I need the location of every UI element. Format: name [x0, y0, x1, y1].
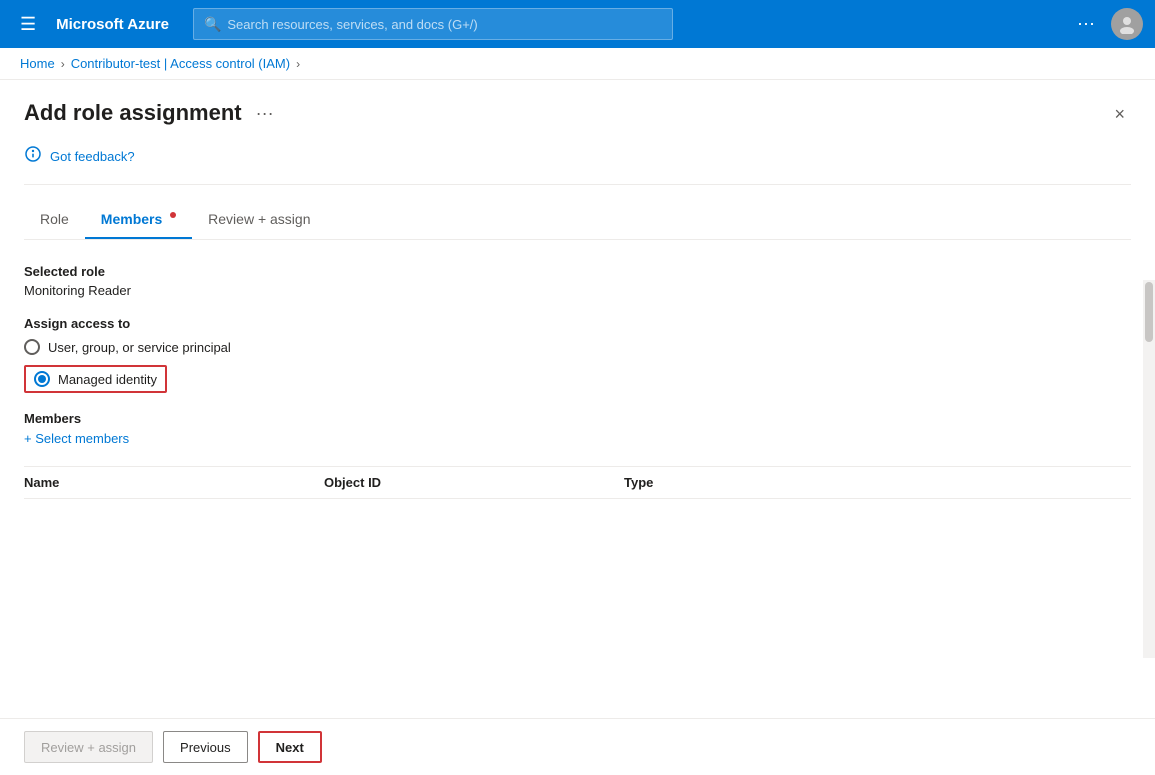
members-section: Members + Select members	[24, 411, 1131, 446]
search-icon: 🔍	[204, 16, 221, 33]
more-options-icon[interactable]: ⋯	[1069, 10, 1103, 39]
table-col-name: Name	[24, 475, 324, 490]
assign-access-label: Assign access to	[24, 316, 1131, 331]
radio-unchecked-icon	[24, 339, 40, 355]
search-input[interactable]	[227, 17, 662, 32]
search-bar[interactable]: 🔍	[193, 8, 673, 40]
feedback-row[interactable]: Got feedback?	[24, 145, 1131, 185]
tabs: Role Members Review + assign	[24, 201, 1131, 240]
feedback-label: Got feedback?	[50, 149, 135, 164]
breadcrumb: Home › Contributor-test | Access control…	[0, 48, 1155, 80]
selected-role-section: Selected role Monitoring Reader	[24, 264, 1131, 298]
review-assign-button[interactable]: Review + assign	[24, 731, 153, 763]
breadcrumb-contributor[interactable]: Contributor-test | Access control (IAM)	[71, 56, 290, 71]
managed-identity-highlight: Managed identity	[24, 365, 167, 393]
next-button[interactable]: Next	[258, 731, 322, 763]
radio-group: User, group, or service principal Manage…	[24, 339, 1131, 393]
tab-role[interactable]: Role	[24, 201, 85, 239]
select-members-link[interactable]: + Select members	[24, 431, 129, 446]
topbar: ☰ Microsoft Azure 🔍 ⋯	[0, 0, 1155, 48]
tab-members-dot	[170, 212, 176, 218]
panel-title-row: Add role assignment ···	[24, 100, 278, 126]
table-col-type: Type	[624, 475, 1131, 490]
scroll-thumb[interactable]	[1145, 282, 1153, 342]
hamburger-menu-icon[interactable]: ☰	[12, 10, 44, 39]
radio-managed-identity-label: Managed identity	[58, 372, 157, 387]
radio-user-group[interactable]: User, group, or service principal	[24, 339, 1131, 355]
radio-managed-identity[interactable]: Managed identity	[24, 365, 1131, 393]
breadcrumb-sep-2: ›	[296, 57, 300, 71]
main-panel: Add role assignment ··· × Got feedback? …	[0, 80, 1155, 718]
selected-role-value: Monitoring Reader	[24, 283, 1131, 298]
tab-members-label: Members	[101, 211, 162, 227]
avatar[interactable]	[1111, 8, 1143, 40]
panel-more-options-icon[interactable]: ···	[252, 101, 278, 126]
scrollbar[interactable]	[1143, 280, 1155, 658]
table-col-objectid: Object ID	[324, 475, 624, 490]
tab-review-label: Review + assign	[208, 211, 310, 227]
page-title: Add role assignment	[24, 100, 242, 126]
topbar-right: ⋯	[1069, 8, 1143, 40]
breadcrumb-home[interactable]: Home	[20, 56, 55, 71]
tab-role-label: Role	[40, 211, 69, 227]
panel-header: Add role assignment ··· ×	[24, 100, 1131, 129]
feedback-icon	[24, 145, 42, 168]
close-button[interactable]: ×	[1108, 100, 1131, 129]
select-members-label: + Select members	[24, 431, 129, 446]
tab-review[interactable]: Review + assign	[192, 201, 326, 239]
breadcrumb-sep-1: ›	[61, 57, 65, 71]
members-label: Members	[24, 411, 1131, 426]
selected-role-label: Selected role	[24, 264, 1131, 279]
footer: Review + assign Previous Next	[0, 718, 1155, 775]
app-title: Microsoft Azure	[56, 16, 169, 33]
previous-button[interactable]: Previous	[163, 731, 248, 763]
radio-checked-icon	[34, 371, 50, 387]
table-header: Name Object ID Type	[24, 466, 1131, 499]
radio-user-group-label: User, group, or service principal	[48, 340, 231, 355]
assign-access-section: Assign access to User, group, or service…	[24, 316, 1131, 393]
tab-members[interactable]: Members	[85, 201, 192, 239]
